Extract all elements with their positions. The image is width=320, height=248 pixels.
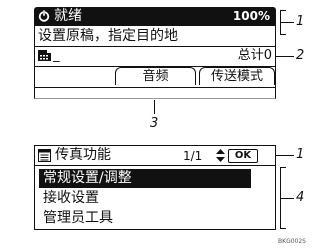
menu-item-general-settings[interactable]: 常规设置/调整 <box>39 169 251 188</box>
callout-leader-3 <box>154 100 155 114</box>
destination-row[interactable]: _ 总计0 <box>34 46 276 67</box>
callout-leader-4 <box>280 198 294 199</box>
up-down-arrow-icon[interactable] <box>216 149 225 162</box>
callout-bracket-1-top <box>280 10 286 11</box>
callout-3: 3 <box>150 116 159 131</box>
message-area <box>34 88 276 99</box>
list-icon <box>38 149 51 162</box>
ok-button[interactable]: OK <box>228 149 258 163</box>
callout-leader-1b <box>276 155 294 156</box>
page-indicator: 1/1 <box>183 149 203 163</box>
menu-list: 常规设置/调整 接收设置 管理员工具 <box>34 165 276 230</box>
power-icon <box>38 10 50 22</box>
tab-audio[interactable]: 音频 <box>115 67 196 85</box>
destination-input[interactable]: _ <box>53 47 60 65</box>
callout-leader-1 <box>280 22 294 23</box>
total-count: 总计0 <box>237 48 272 63</box>
fax-initial-display: 就绪 100% 设置原稿，指定目的地 _ 总计0 音频 传送模式 <box>34 7 276 100</box>
memory-indicator: 100% <box>232 9 270 23</box>
status-text: 就绪 <box>54 8 82 24</box>
instruction-row: 设置原稿，指定目的地 <box>34 26 276 47</box>
callout-1: 1 <box>296 14 305 29</box>
callout-4: 4 <box>296 190 305 205</box>
instruction-text: 设置原稿，指定目的地 <box>38 28 178 44</box>
callout-bracket-4-bottom <box>280 228 286 229</box>
menu-title-bar: 传真功能 1/1 OK <box>34 145 276 166</box>
menu-item-reception-settings[interactable]: 接收设置 <box>39 189 99 208</box>
menu-title: 传真功能 <box>55 147 111 163</box>
callout-bracket-1-bottom <box>280 34 286 35</box>
menu-item-admin-tools[interactable]: 管理员工具 <box>39 209 113 228</box>
status-bar: 就绪 100% <box>34 7 276 26</box>
callout-bracket-4-top <box>280 167 286 168</box>
fax-features-menu: 传真功能 1/1 OK 常规设置/调整 接收设置 管理员工具 <box>34 145 276 230</box>
callout-1b: 1 <box>296 147 305 162</box>
tab-row: 音频 传送模式 <box>34 66 276 88</box>
callout-leader-2 <box>276 56 294 57</box>
fax-icon <box>38 50 51 61</box>
callout-2: 2 <box>296 48 305 63</box>
tab-transmission-mode[interactable]: 传送模式 <box>199 67 275 85</box>
figure-code: BKG002S <box>278 238 306 245</box>
